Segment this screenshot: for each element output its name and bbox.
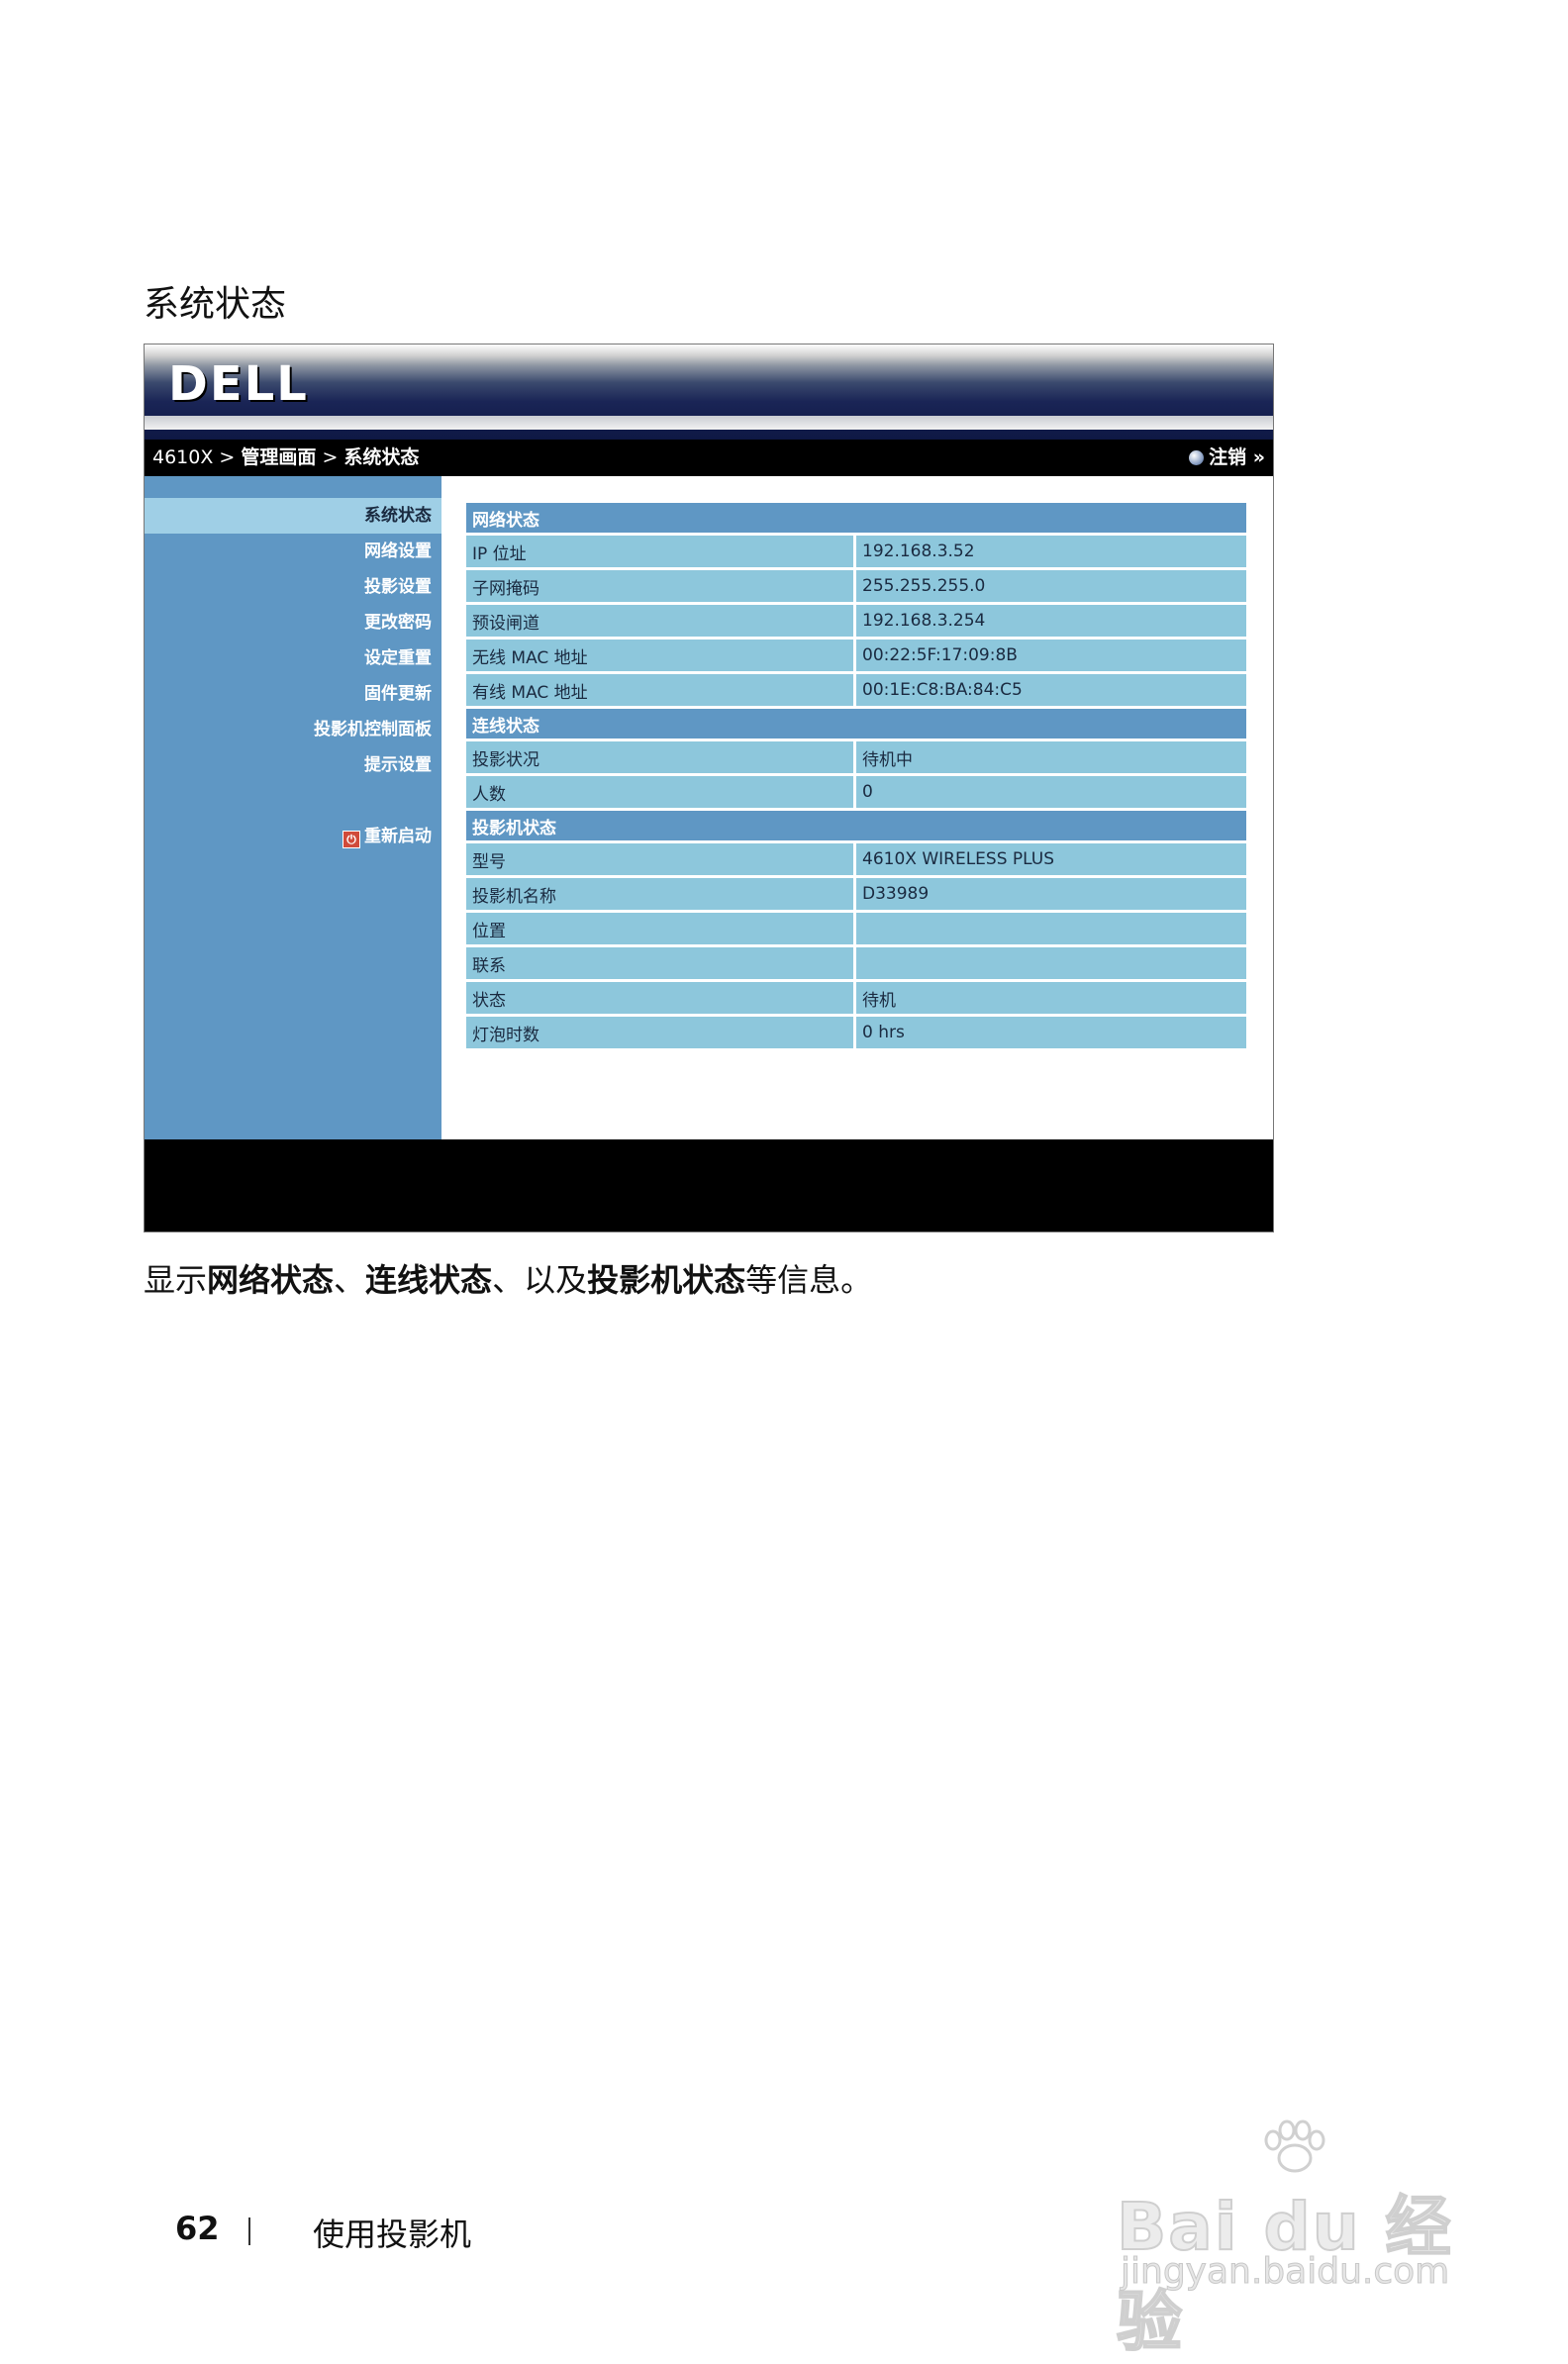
field-value: D33989 bbox=[856, 878, 1246, 910]
field-value bbox=[856, 947, 1246, 979]
breadcrumb-sep: > bbox=[322, 446, 339, 468]
field-value: 待机中 bbox=[856, 741, 1246, 773]
caption-part: 等信息。 bbox=[745, 1261, 873, 1299]
field-value: 192.168.3.52 bbox=[856, 536, 1246, 567]
caption-part: 连线状态 bbox=[365, 1261, 493, 1299]
field-label: 子网掩码 bbox=[466, 570, 856, 602]
table-row: 灯泡时数 0 hrs bbox=[466, 1017, 1246, 1048]
field-label: 状态 bbox=[466, 982, 856, 1014]
caption-part: 投影机状态 bbox=[587, 1261, 746, 1299]
table-row: 联系 bbox=[466, 947, 1246, 979]
field-value: 0 bbox=[856, 776, 1246, 808]
field-value: 00:22:5F:17:09:8B bbox=[856, 640, 1246, 671]
sidebar-item[interactable]: 系统状态 bbox=[145, 498, 441, 534]
footer-bar bbox=[145, 1139, 1273, 1231]
sidebar-item[interactable]: 提示设置 bbox=[145, 747, 441, 783]
field-value bbox=[856, 913, 1246, 944]
breadcrumb-current: 系统状态 bbox=[343, 446, 420, 468]
section-title: 使用投影机 bbox=[313, 2216, 472, 2253]
section-header: 投影机状态 bbox=[466, 811, 1246, 840]
section-header: 连线状态 bbox=[466, 709, 1246, 739]
sidebar-item[interactable]: 投影设置 bbox=[145, 569, 441, 605]
breadcrumb-model[interactable]: 4610X bbox=[152, 446, 213, 468]
caption-part: 、以及 bbox=[492, 1261, 588, 1299]
logout-link[interactable]: 注销 » bbox=[1189, 440, 1265, 476]
caption-part: 显示 bbox=[144, 1261, 208, 1299]
page-separator bbox=[248, 2217, 250, 2245]
field-label: 投影机名称 bbox=[466, 878, 856, 910]
section-title: 网络状态 bbox=[466, 503, 1246, 533]
table-row: 投影机名称 D33989 bbox=[466, 878, 1246, 910]
field-label: 灯泡时数 bbox=[466, 1017, 856, 1048]
watermark-url: jingyan.baidu.com bbox=[1120, 2251, 1450, 2293]
table-row: 型号 4610X WIRELESS PLUS bbox=[466, 843, 1246, 875]
breadcrumb-bar: 4610X > 管理画面 > 系统状态 注销 » bbox=[145, 440, 1273, 476]
sidebar-item[interactable]: 固件更新 bbox=[145, 676, 441, 712]
paw-icon bbox=[1264, 2119, 1325, 2173]
field-label: IP 位址 bbox=[466, 536, 856, 567]
logout-icon bbox=[1189, 450, 1205, 465]
sidebar-item[interactable]: 投影机控制面板 bbox=[145, 712, 441, 747]
field-label: 有线 MAC 地址 bbox=[466, 674, 856, 706]
caption: 显示网络状态、连线状态、以及投影机状态等信息。 bbox=[144, 1255, 872, 1301]
page-number: 62 bbox=[175, 2210, 220, 2247]
field-label: 预设闸道 bbox=[466, 605, 856, 637]
table-row: 人数 0 bbox=[466, 776, 1246, 808]
table-row: 位置 bbox=[466, 913, 1246, 944]
status-content: 网络状态 IP 位址 192.168.3.52 子网掩码 255.255.255.0 预设… bbox=[441, 476, 1273, 1139]
power-icon: ⏻ bbox=[343, 831, 360, 848]
baidu-watermark: Bai du 经验 jingyan.baidu.com bbox=[1116, 2118, 1473, 2361]
field-value: 0 hrs bbox=[856, 1017, 1246, 1048]
logout-label: 注销 » bbox=[1209, 446, 1265, 468]
sidebar-item[interactable]: 更改密码 bbox=[145, 605, 441, 640]
restart-button[interactable]: ⏻ 重新启动 bbox=[145, 819, 441, 854]
table-row: 子网掩码 255.255.255.0 bbox=[466, 570, 1246, 602]
breadcrumb-sep: > bbox=[219, 446, 236, 468]
field-value: 255.255.255.0 bbox=[856, 570, 1246, 602]
field-value: 待机 bbox=[856, 982, 1246, 1014]
dell-banner: DELL bbox=[145, 345, 1273, 441]
table-row: 无线 MAC 地址 00:22:5F:17:09:8B bbox=[466, 640, 1246, 671]
table-row: 预设闸道 192.168.3.254 bbox=[466, 605, 1246, 637]
field-label: 无线 MAC 地址 bbox=[466, 640, 856, 671]
table-row: 投影状况 待机中 bbox=[466, 741, 1246, 773]
page-heading: 系统状态 bbox=[144, 284, 287, 325]
section-header: 网络状态 bbox=[466, 503, 1246, 533]
projector-web-ui-screenshot: DELL 4610X > 管理画面 > 系统状态 注销 » 系统状态 网络设置 投影… bbox=[144, 344, 1274, 1232]
table-row: 有线 MAC 地址 00:1E:C8:BA:84:C5 bbox=[466, 674, 1246, 706]
field-label: 投影状况 bbox=[466, 741, 856, 773]
sidebar-item[interactable]: 网络设置 bbox=[145, 534, 441, 569]
section-title: 连线状态 bbox=[466, 709, 1246, 739]
field-value: 00:1E:C8:BA:84:C5 bbox=[856, 674, 1246, 706]
sidebar-items: 系统状态 网络设置 投影设置 更改密码 设定重置 固件更新 投影机控制面板 提示设置 bbox=[145, 498, 441, 783]
field-label: 人数 bbox=[466, 776, 856, 808]
field-label: 联系 bbox=[466, 947, 856, 979]
breadcrumb-admin[interactable]: 管理画面 bbox=[241, 446, 316, 468]
dell-logo: DELL bbox=[168, 356, 309, 412]
restart-label: 重新启动 bbox=[364, 827, 432, 846]
status-table: 网络状态 IP 位址 192.168.3.52 子网掩码 255.255.255.0 预设… bbox=[466, 500, 1246, 1051]
table-row: IP 位址 192.168.3.52 bbox=[466, 536, 1246, 567]
breadcrumb: 4610X > 管理画面 > 系统状态 bbox=[152, 440, 419, 476]
sidebar: 系统状态 网络设置 投影设置 更改密码 设定重置 固件更新 投影机控制面板 提示设置 ⏻ 重新启… bbox=[145, 476, 441, 1139]
banner-stripe bbox=[145, 416, 1273, 430]
field-label: 型号 bbox=[466, 843, 856, 875]
caption-part: 网络状态 bbox=[207, 1261, 335, 1299]
section-title: 投影机状态 bbox=[466, 811, 1246, 840]
field-value: 4610X WIRELESS PLUS bbox=[856, 843, 1246, 875]
sidebar-item[interactable]: 设定重置 bbox=[145, 640, 441, 676]
field-value: 192.168.3.254 bbox=[856, 605, 1246, 637]
field-label: 位置 bbox=[466, 913, 856, 944]
table-row: 状态 待机 bbox=[466, 982, 1246, 1014]
caption-part: 、 bbox=[334, 1261, 366, 1299]
